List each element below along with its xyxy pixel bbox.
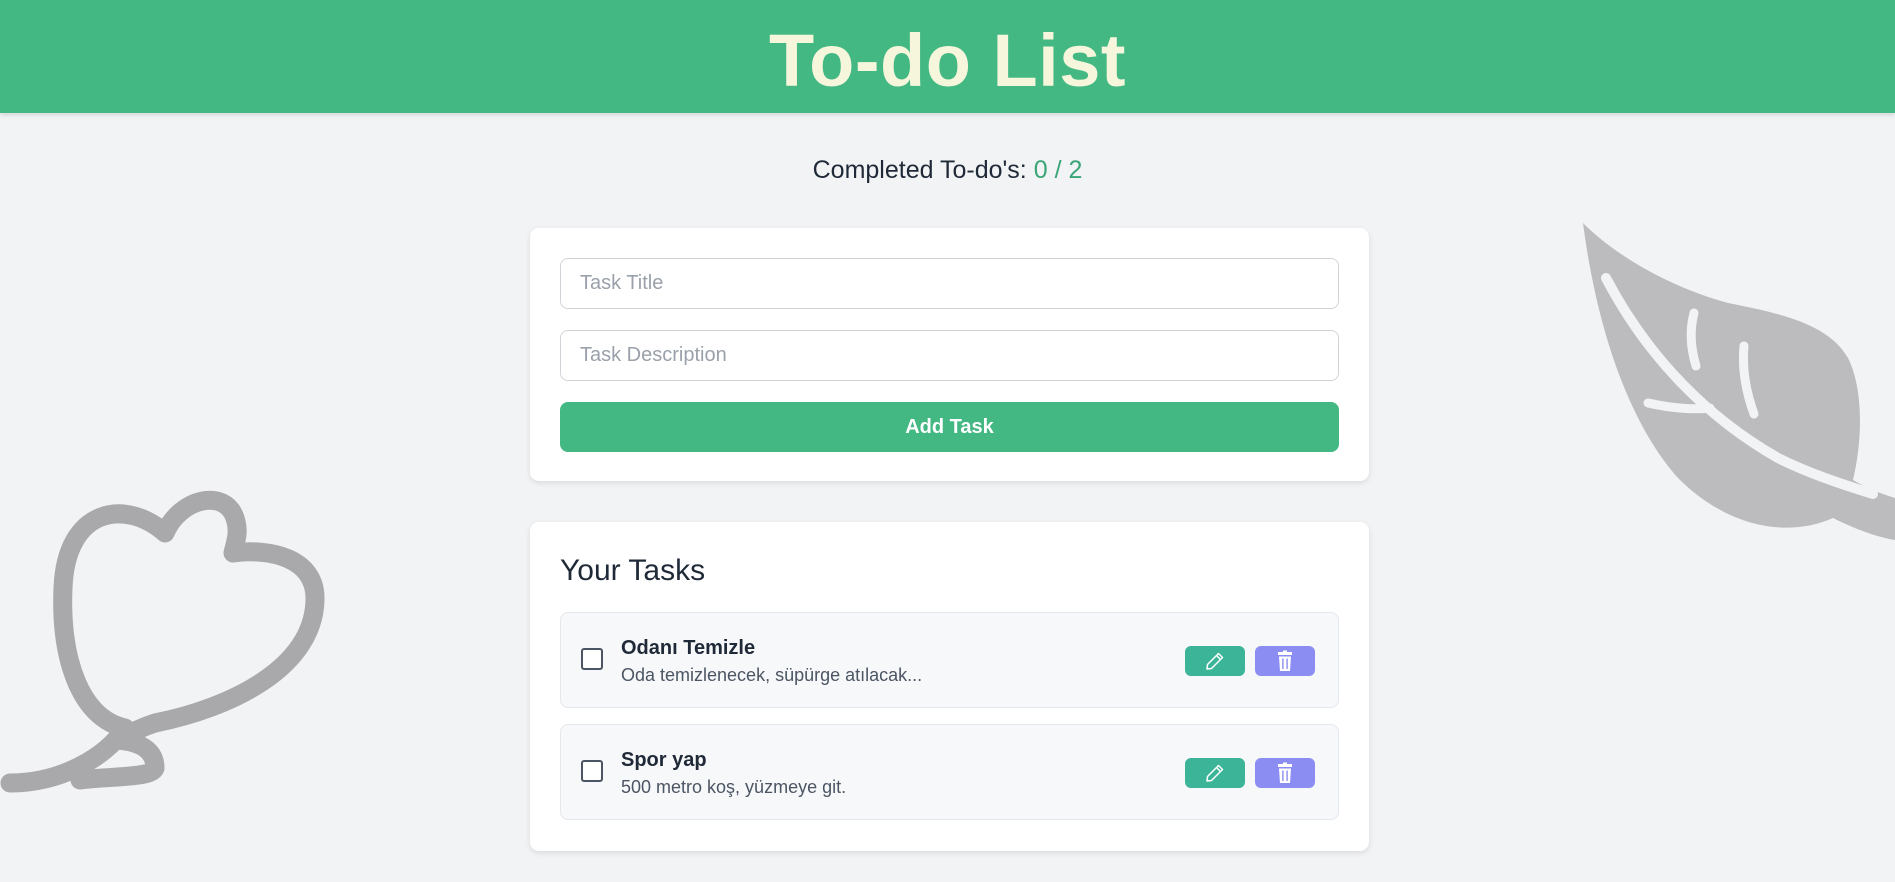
edit-task-button[interactable] [1185,758,1245,788]
task-complete-checkbox[interactable] [581,648,603,670]
delete-task-button[interactable] [1255,646,1315,676]
completed-counter-label: Completed To-do's: [812,156,1027,184]
completed-counter: Completed To-do's: 0 / 2 [0,156,1895,185]
tasks-heading: Your Tasks [560,554,706,587]
task-title: Odanı Temizle [621,637,756,659]
leaf-icon [1583,223,1895,540]
trash-icon [1278,762,1292,783]
page-title: To-do List [768,18,1127,102]
edit-task-button[interactable] [1185,646,1245,676]
task-item: Odanı Temizle Oda temizlenecek, süpürge … [560,612,1339,708]
add-task-button[interactable]: Add Task [560,402,1339,452]
app-header: To-do List [0,0,1895,113]
task-description-input[interactable] [560,330,1339,381]
task-title: Spor yap [621,749,707,771]
pencil-icon [1206,764,1224,782]
task-complete-checkbox[interactable] [581,760,603,782]
task-description: Oda temizlenecek, süpürge atılacak... [621,665,923,685]
delete-task-button[interactable] [1255,758,1315,788]
task-description: 500 metro koş, yüzmeye git. [621,777,847,797]
task-title-input[interactable] [560,258,1339,309]
task-item: Spor yap 500 metro koş, yüzmeye git. [560,724,1339,820]
tasks-panel: Your Tasks Odanı Temizle Oda temizlenece… [530,522,1369,851]
flower-doodle-icon [0,490,325,793]
completed-counter-value: 0 / 2 [1033,156,1083,184]
add-task-form: Add Task [530,228,1369,481]
pencil-icon [1206,652,1224,670]
trash-icon [1278,650,1292,671]
